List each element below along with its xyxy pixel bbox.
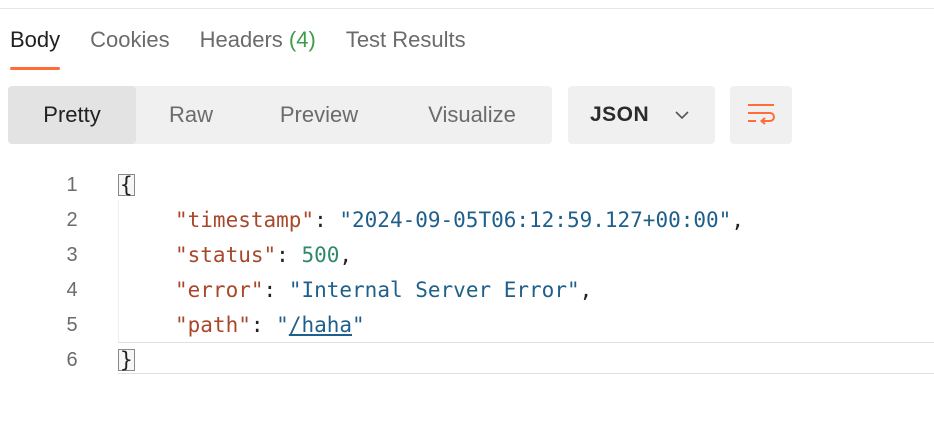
open-brace: { bbox=[118, 173, 135, 197]
chevron-down-icon bbox=[673, 106, 691, 124]
json-comma: , bbox=[579, 278, 593, 302]
line-number: 5 bbox=[66, 313, 78, 336]
pretty-view-button[interactable]: Pretty bbox=[8, 86, 136, 144]
code-line: 1 { bbox=[0, 168, 934, 202]
code-content: "timestamp": "2024-09-05T06:12:59.127+00… bbox=[175, 208, 744, 232]
line-number: 3 bbox=[66, 243, 78, 266]
code-content: { bbox=[118, 173, 135, 197]
code-line: 2 "timestamp": "2024-09-05T06:12:59.127+… bbox=[0, 203, 934, 237]
json-comma: , bbox=[339, 243, 353, 267]
view-mode-segmented-control: Pretty Raw Preview Visualize bbox=[8, 86, 552, 144]
json-string-value: "2024-09-05T06:12:59.127+00:00" bbox=[339, 208, 732, 232]
tab-test-results[interactable]: Test Results bbox=[346, 26, 466, 70]
json-string-value: "Internal Server Error" bbox=[288, 278, 580, 302]
code-line: 5 "path": "/haha" bbox=[0, 308, 934, 342]
json-key: "status" bbox=[175, 243, 277, 267]
line-number: 2 bbox=[66, 208, 78, 231]
wrap-lines-button[interactable] bbox=[730, 86, 792, 144]
json-key: "error" bbox=[175, 278, 264, 302]
code-content: "status": 500, bbox=[175, 243, 353, 267]
code-line: 3 "status": 500, bbox=[0, 238, 934, 272]
tab-cookies-label: Cookies bbox=[90, 27, 170, 52]
visualize-view-button[interactable]: Visualize bbox=[392, 86, 552, 144]
code-content: "path": "/haha" bbox=[175, 313, 365, 337]
format-dropdown-label: JSON bbox=[590, 103, 650, 126]
tab-body[interactable]: Body bbox=[10, 26, 61, 70]
code-content: "error": "Internal Server Error", bbox=[175, 278, 593, 302]
tab-test-results-label: Test Results bbox=[345, 27, 466, 52]
response-tabs: Body Cookies Headers (4) Test Results bbox=[10, 26, 496, 72]
json-key: "timestamp" bbox=[175, 208, 315, 232]
tab-headers[interactable]: Headers (4) bbox=[200, 26, 316, 70]
wrap-lines-icon bbox=[746, 101, 776, 130]
code-line: 4 "error": "Internal Server Error", bbox=[0, 273, 934, 307]
headers-count-badge: (4) bbox=[288, 27, 316, 52]
code-content: } bbox=[118, 348, 135, 372]
json-key: "path" bbox=[175, 313, 251, 337]
json-path-link[interactable]: /haha bbox=[289, 313, 352, 337]
tab-cookies[interactable]: Cookies bbox=[90, 26, 169, 70]
tab-body-label: Body bbox=[10, 27, 61, 52]
line-number: 1 bbox=[66, 173, 78, 196]
line-number: 4 bbox=[66, 278, 78, 301]
preview-view-button[interactable]: Preview bbox=[246, 86, 392, 144]
json-comma: , bbox=[731, 208, 744, 232]
top-divider bbox=[0, 8, 934, 9]
raw-view-button[interactable]: Raw bbox=[136, 86, 246, 144]
code-line: 6 } bbox=[0, 343, 934, 377]
response-body-editor[interactable]: 1 { 2 "timestamp": "2024-09-05T06:12:59.… bbox=[0, 166, 934, 386]
format-dropdown[interactable]: JSON bbox=[568, 86, 715, 144]
json-number-value: 500 bbox=[301, 243, 340, 267]
line-number: 6 bbox=[66, 348, 78, 371]
close-brace: } bbox=[118, 348, 135, 372]
tab-headers-label: Headers bbox=[199, 27, 283, 52]
